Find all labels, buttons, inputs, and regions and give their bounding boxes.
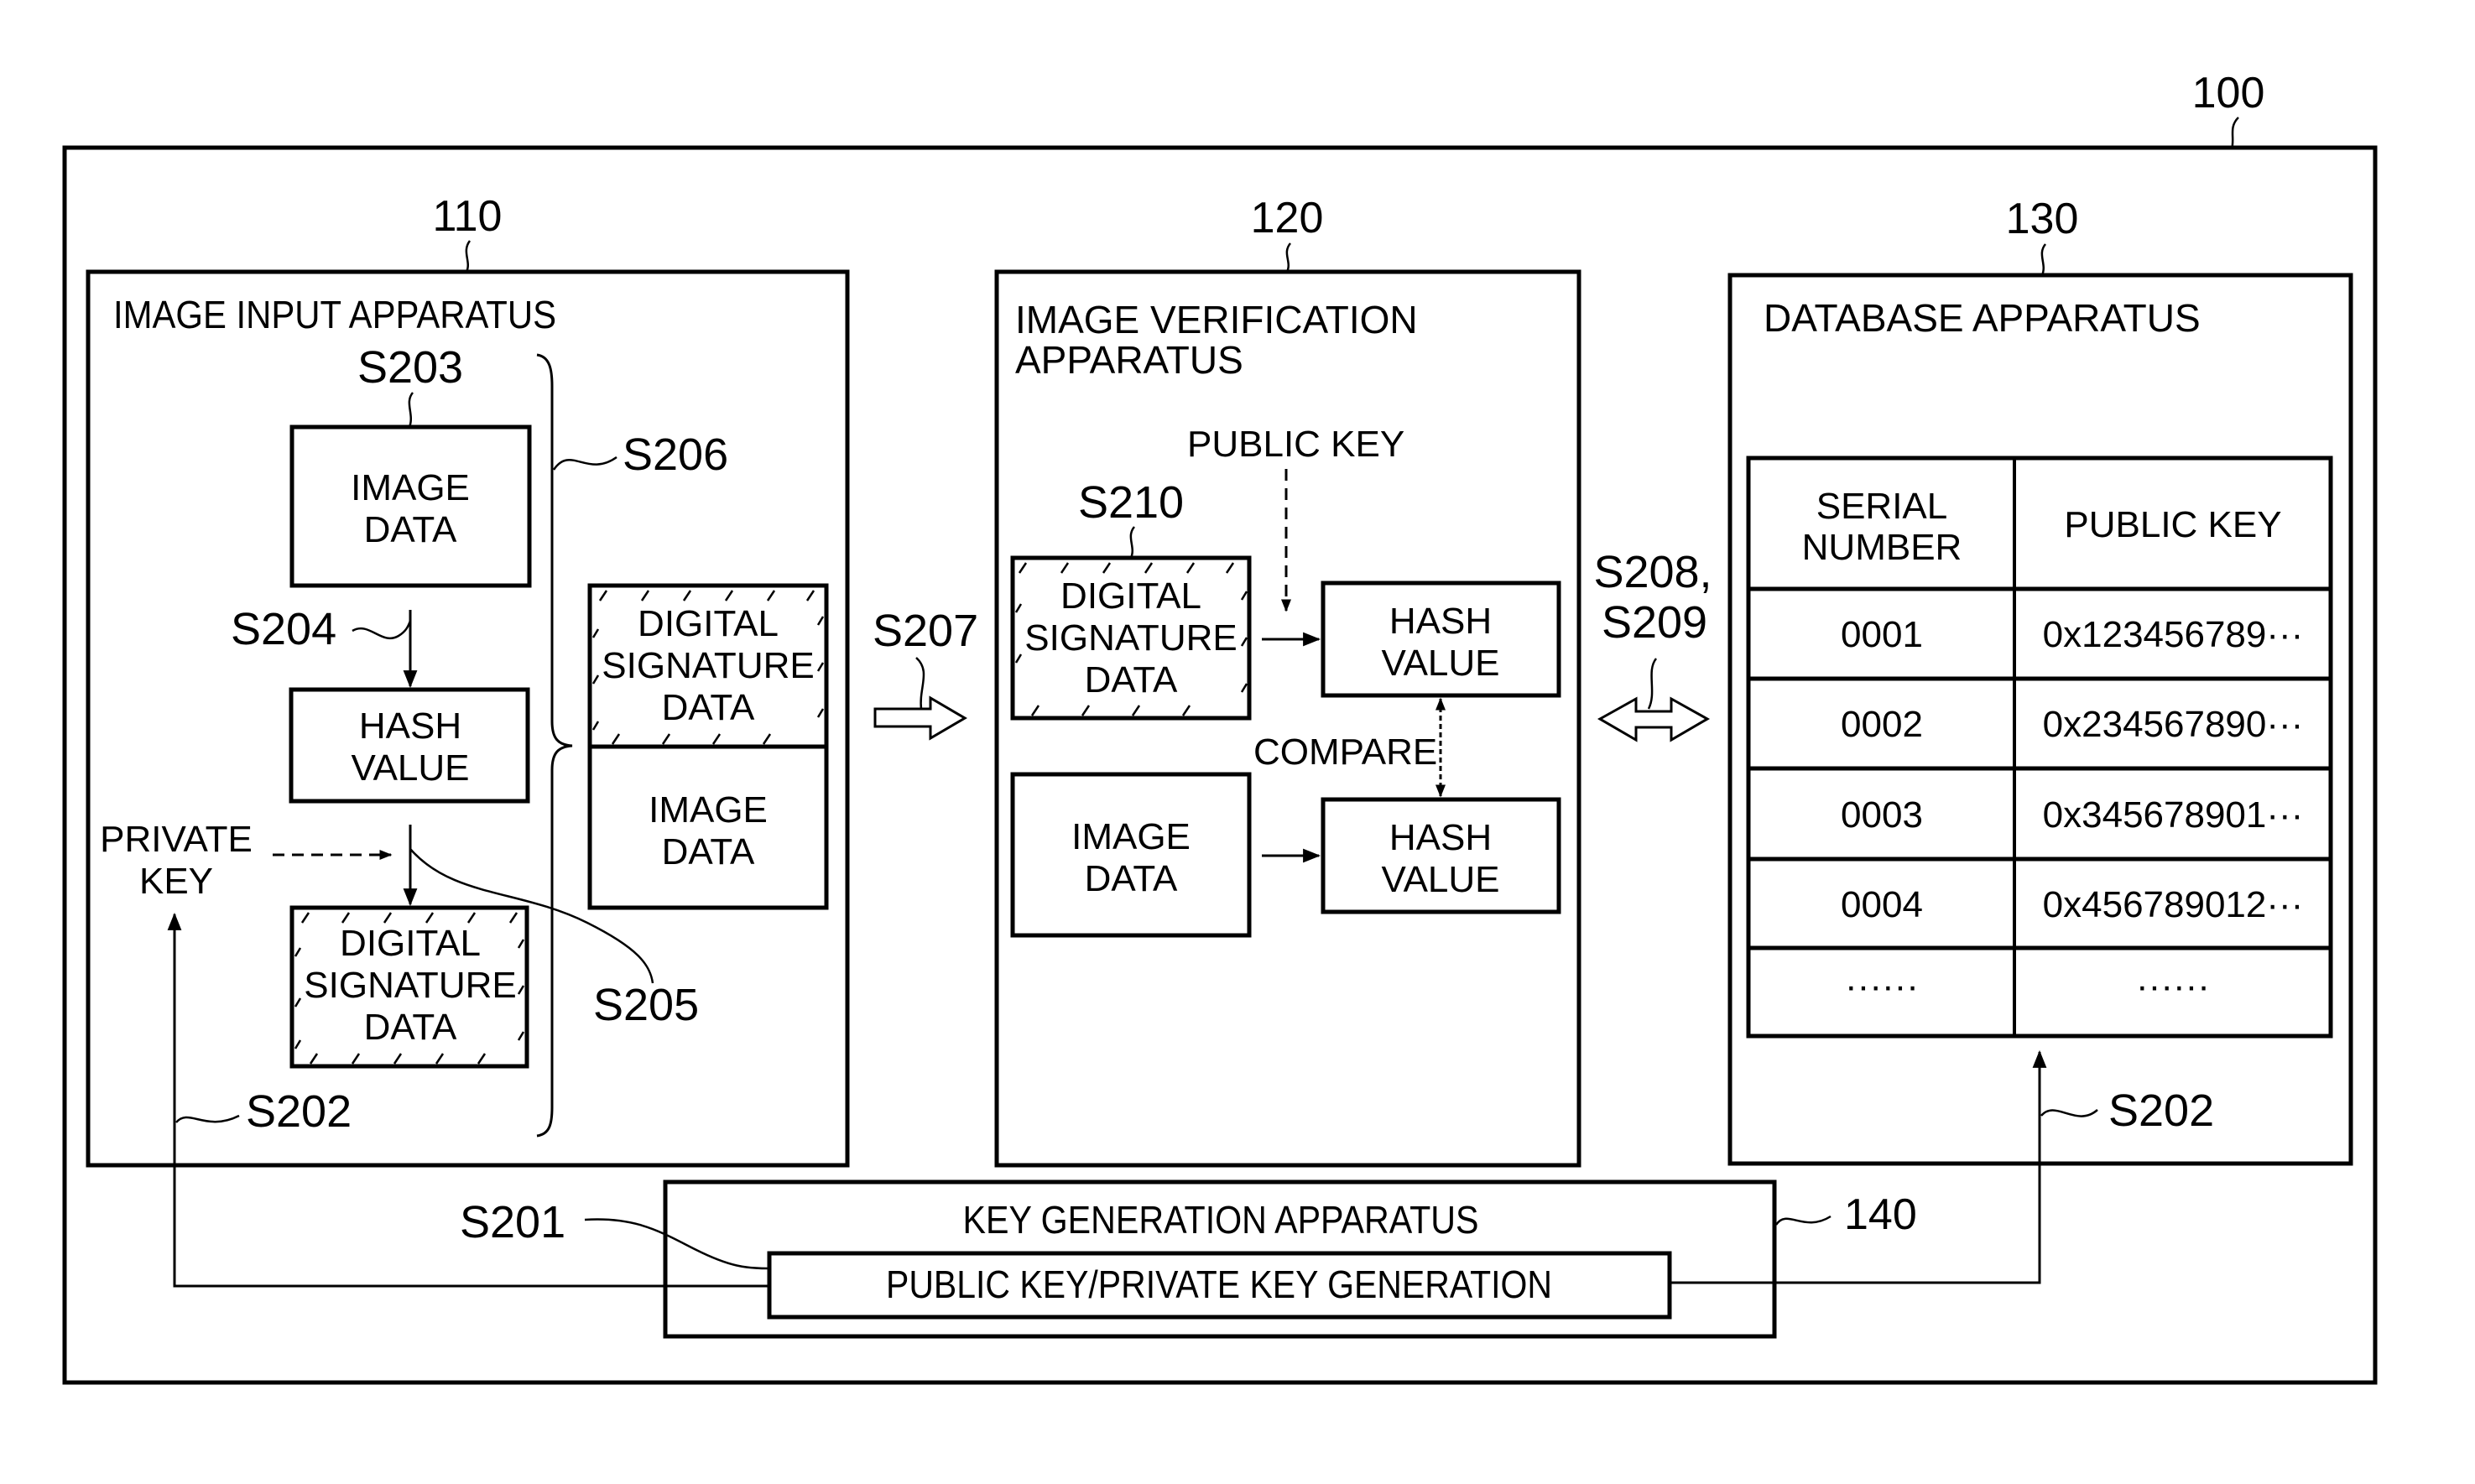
table-cell-serial: 0001	[1841, 614, 1923, 655]
compare-label: COMPARE	[1253, 732, 1437, 773]
private-key-line2: KEY	[139, 861, 213, 902]
signature-line1: DIGITAL	[340, 923, 481, 964]
image-data-line1: IMAGE	[351, 467, 470, 508]
table-cell-key: 0x456789012···	[2043, 884, 2304, 925]
bundle-signature-line3: DATA	[662, 687, 755, 728]
table-cell-serial: ······	[1845, 966, 1919, 1007]
step-s208-label: S208,	[1593, 547, 1712, 597]
bundle-image-line2: DATA	[662, 831, 755, 872]
signature-line3: DATA	[364, 1007, 457, 1048]
database-ref-label: 130	[2006, 195, 2079, 243]
header-public-key: PUBLIC KEY	[2064, 504, 2281, 545]
key-generation-apparatus: KEY GENERATION APPARATUS 140 PUBLIC KEY/…	[460, 1179, 1917, 1339]
hash-value-block: HASH VALUE	[289, 687, 530, 804]
transfer-arrow-s207: S207	[873, 606, 978, 741]
key-pair-generation-block: PUBLIC KEY/PRIVATE KEY GENERATION	[767, 1251, 1672, 1320]
public-key-label: PUBLIC KEY	[1187, 424, 1404, 465]
signed-image-bundle: DIGITAL SIGNATURE DATA IMAGE DATA	[587, 583, 829, 910]
system-diagram: 100 110 IMAGE INPUT APPARATUS S203 IMAGE…	[62, 69, 2378, 1385]
key-generation-title: KEY GENERATION APPARATUS	[963, 1198, 1479, 1242]
image-input-ref-label: 110	[433, 192, 503, 241]
private-key-line1: PRIVATE	[100, 819, 253, 860]
bundle-signature-line2: SIGNATURE	[602, 645, 814, 686]
image-input-title: IMAGE INPUT APPARATUS	[113, 293, 556, 336]
image-input-apparatus: 110 IMAGE INPUT APPARATUS S203 IMAGE DAT…	[86, 192, 850, 1168]
hash-value-line1: HASH	[359, 706, 461, 747]
table-cell-key: 0x234567890···	[2043, 704, 2304, 745]
step-s206-label: S206	[623, 430, 728, 480]
verification-image-line1: IMAGE	[1071, 816, 1191, 857]
verification-signature-line1: DIGITAL	[1060, 575, 1201, 617]
verification-signature-block: DIGITAL SIGNATURE DATA	[1010, 555, 1252, 721]
key-pair-generation-label: PUBLIC KEY/PRIVATE KEY GENERATION	[886, 1263, 1552, 1306]
table-cell-key: 0x123456789···	[2043, 614, 2304, 655]
table-cell-serial: 0004	[1841, 884, 1923, 925]
image-data-block: IMAGE DATA	[289, 424, 532, 588]
verification-ref-label: 120	[1251, 194, 1324, 242]
image-data-line2: DATA	[364, 509, 457, 550]
verification-title-line1: IMAGE VERIFICATION	[1015, 298, 1418, 341]
step-s209-label: S209	[1602, 597, 1707, 648]
verification-hash-bottom: HASH VALUE	[1321, 797, 1561, 914]
bundle-signature-line1: DIGITAL	[638, 603, 779, 644]
database-title: DATABASE APPARATUS	[1764, 296, 2201, 340]
verification-title-line2: APPARATUS	[1015, 338, 1243, 382]
table-cell-serial: 0003	[1841, 794, 1923, 836]
hash-value-line2: VALUE	[351, 747, 469, 789]
table-cell-key: ······	[2136, 966, 2210, 1007]
database-apparatus: 130 DATABASE APPARATUS SERIAL NUMBER PUB…	[1727, 195, 2353, 1166]
table-cell-key: 0x345678901···	[2043, 794, 2304, 836]
step-s204-label: S204	[231, 604, 336, 654]
header-serial-line2: NUMBER	[1802, 527, 1962, 568]
verification-signature-line3: DATA	[1085, 659, 1178, 700]
header-serial-line1: SERIAL	[1816, 486, 1948, 527]
hash-bottom-line1: HASH	[1389, 817, 1492, 858]
step-s202-right-label: S202	[2108, 1086, 2214, 1136]
hash-bottom-line2: VALUE	[1381, 859, 1499, 900]
verification-image-block: IMAGE DATA	[1010, 772, 1252, 938]
step-s201-label: S201	[460, 1197, 565, 1247]
key-generation-ref-label: 140	[1844, 1190, 1917, 1239]
hash-top-line1: HASH	[1389, 601, 1492, 642]
signature-line2: SIGNATURE	[304, 965, 516, 1006]
table-cell-serial: 0002	[1841, 704, 1923, 745]
hollow-double-arrow-icon	[1597, 696, 1711, 742]
step-s205-label: S205	[593, 980, 699, 1030]
verification-image-line2: DATA	[1085, 858, 1178, 899]
public-key-table: SERIAL NUMBER PUBLIC KEY 0001 0x12345678…	[1746, 456, 2333, 1039]
image-verification-apparatus: 120 IMAGE VERIFICATION APPARATUS PUBLIC …	[994, 194, 1581, 1168]
verification-signature-line2: SIGNATURE	[1024, 617, 1237, 659]
step-s203-label: S203	[357, 342, 463, 393]
query-arrow-s208-s209: S208, S209	[1593, 547, 1712, 742]
step-s210-label: S210	[1078, 477, 1184, 528]
digital-signature-block: DIGITAL SIGNATURE DATA	[289, 905, 529, 1069]
step-s207-label: S207	[873, 606, 978, 656]
system-ref-label: 100	[2192, 69, 2265, 117]
step-s202-left-label: S202	[246, 1086, 352, 1137]
verification-hash-top: HASH VALUE	[1321, 581, 1561, 698]
hash-top-line2: VALUE	[1381, 643, 1499, 684]
bundle-image-line1: IMAGE	[649, 789, 768, 831]
